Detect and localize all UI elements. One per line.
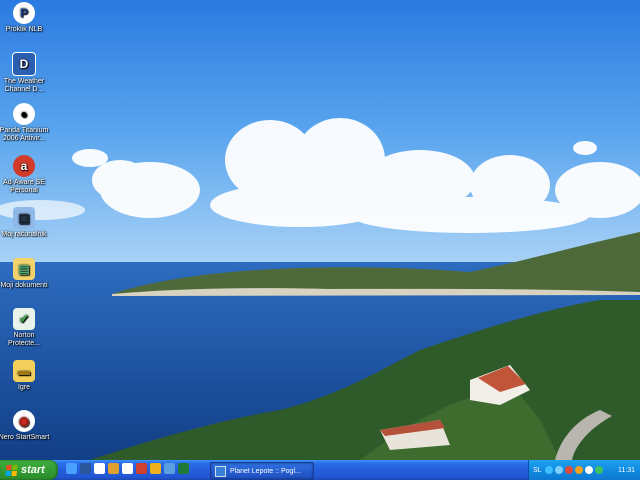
app-icon[interactable] <box>108 463 119 474</box>
desktop-icon-my-computer[interactable]: ▣ Moj računalnik <box>0 207 50 239</box>
system-tray: SL 11:31 <box>528 460 640 480</box>
network-icon[interactable] <box>544 466 553 474</box>
quick-launch <box>66 463 189 474</box>
desktop-icon-label: Nero StartSmart <box>0 434 50 441</box>
desktop-icon-panda[interactable]: ● Panda Titanium 2006 Antivir... <box>0 103 50 143</box>
desktop-icon-games-folder[interactable]: ▬ Igre <box>0 360 50 392</box>
language-indicator[interactable]: SL <box>533 467 542 474</box>
panda-tray-icon[interactable] <box>584 466 593 474</box>
security-icon[interactable] <box>564 466 573 474</box>
desktop-icon-adaware[interactable]: a Ad-Aware SE Personal <box>0 155 50 195</box>
excel-icon[interactable] <box>178 463 189 474</box>
desktop-icon-nero[interactable]: ◉ Nero StartSmart <box>0 410 50 442</box>
taskbar-window-button[interactable]: Planet Lepote :: Pogl... <box>210 462 314 480</box>
weather-icon: D <box>12 52 36 76</box>
tray-app-icon[interactable] <box>574 466 583 474</box>
media-icon[interactable] <box>94 463 105 474</box>
desktop-icon-label: Ad-Aware SE Personal <box>3 179 45 194</box>
desktop-icon-label: Igre <box>17 384 31 391</box>
desktop-icon-norton[interactable]: ✔ Norton Protecte... <box>0 308 50 348</box>
desktop-icon-label: Moj računalnik <box>1 231 47 238</box>
desktop: P Proklik NLB D The Weather Channel D...… <box>0 0 640 460</box>
panda-icon: ● <box>13 103 35 125</box>
clock[interactable]: 11:31 <box>618 467 635 474</box>
desktop-icon-label: Moji dokumenti <box>0 282 48 289</box>
computer-icon: ▣ <box>13 207 35 229</box>
yahoo-icon[interactable] <box>122 463 133 474</box>
desktop-icon-label: Norton Protecte... <box>8 332 40 347</box>
ie-icon[interactable] <box>66 463 77 474</box>
desktop-icon-my-documents[interactable]: ▤ Moji dokumenti <box>0 258 50 290</box>
desktop-icon-label: The Weather Channel D... <box>3 78 45 93</box>
app-icon[interactable] <box>150 463 161 474</box>
desktop-icon-label: Proklik NLB <box>5 26 43 33</box>
browser-window-icon <box>215 465 226 477</box>
taskbar-window-title: Planet Lepote :: Pogl... <box>230 467 301 475</box>
desktop-icon-label: Panda Titanium 2006 Antivir... <box>0 127 49 142</box>
taskbar: start Planet Lepote :: Pogl... SL 11:31 <box>0 460 640 480</box>
start-button[interactable]: start <box>0 460 58 480</box>
adaware-icon: a <box>13 155 35 177</box>
nero-icon: ◉ <box>13 410 35 432</box>
start-label: start <box>21 464 45 476</box>
app-icon[interactable] <box>136 463 147 474</box>
app-icon[interactable] <box>164 463 175 474</box>
proklik-icon: P <box>13 2 35 24</box>
desktop-icon-proklik[interactable]: P Proklik NLB <box>0 2 50 34</box>
wallpaper <box>0 0 640 460</box>
volume-icon[interactable] <box>594 466 603 474</box>
tray-app-icon[interactable] <box>554 466 563 474</box>
folder-icon: ▬ <box>13 360 35 382</box>
windows-logo-icon <box>5 464 18 476</box>
word-icon[interactable] <box>80 463 91 474</box>
documents-folder-icon: ▤ <box>13 258 35 280</box>
desktop-icon-weather-channel[interactable]: D The Weather Channel D... <box>0 52 50 94</box>
norton-icon: ✔ <box>13 308 35 330</box>
